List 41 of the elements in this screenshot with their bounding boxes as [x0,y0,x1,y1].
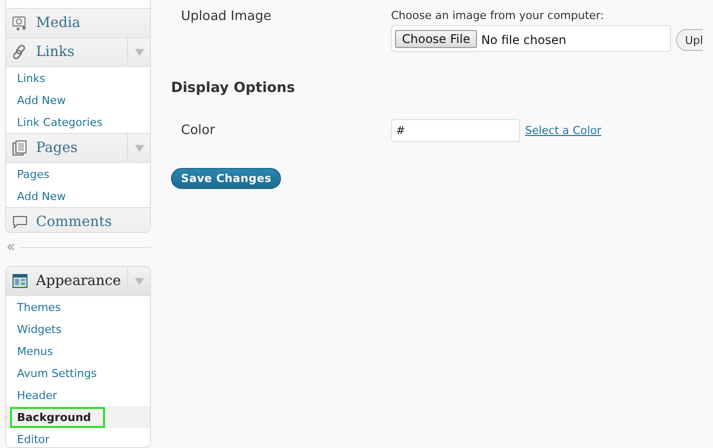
layout-window-icon [12,273,28,290]
upload-button[interactable]: Upl [676,29,703,51]
submenu-link[interactable]: Add New [17,190,66,202]
choose-file-button[interactable]: Choose File [395,30,478,48]
menu-title: Links [36,44,76,60]
chain-link-icon [12,44,28,60]
menu-title: Pages [36,140,79,156]
section-heading: Display Options [171,80,296,96]
submenu-link[interactable]: Menus [17,344,53,358]
save-changes-button[interactable]: Save Changes [171,168,282,189]
submenu-link[interactable]: Add New [17,94,66,106]
triangle-down-icon [134,48,144,56]
submenu-link[interactable]: Header [17,388,58,402]
menu-header[interactable]: Media [6,9,150,38]
menu-header[interactable]: Pages [6,134,150,163]
select-color-link[interactable]: Select a Color [525,124,602,137]
triangle-down-icon [134,278,144,285]
submenu-link[interactable]: Widgets [17,322,62,336]
menu-title: Comments [36,214,113,230]
file-status-text: No file chosen [481,33,566,47]
color-input-field[interactable]: # [391,119,520,142]
menu-header[interactable]: Appearance [6,267,150,296]
submenu-link[interactable]: Pages [17,168,50,180]
file-field[interactable]: Choose File No file chosen [391,25,671,52]
menu-header[interactable]: Comments [6,208,150,232]
hint-text: Choose an image from your computer: [391,9,605,22]
field-label: Upload Image [180,8,272,26]
pages-icon [12,140,28,156]
submenu-link[interactable]: Links [17,72,46,84]
submenu-link[interactable]: Avum Settings [17,366,97,380]
submenu-link[interactable]: Link Categories [17,116,102,128]
submenu-link[interactable]: Themes [17,300,61,314]
collapse-icon[interactable] [7,243,15,252]
speech-bubble-icon [12,214,28,230]
field-label: Color [180,123,216,138]
submenu-link[interactable]: Editor [17,432,50,446]
menu-header[interactable]: Links [6,38,150,67]
triangle-down-icon [134,144,144,152]
menu-title: Appearance [36,273,122,290]
menu-title: Media [36,15,82,31]
camera-music-icon [12,15,28,31]
